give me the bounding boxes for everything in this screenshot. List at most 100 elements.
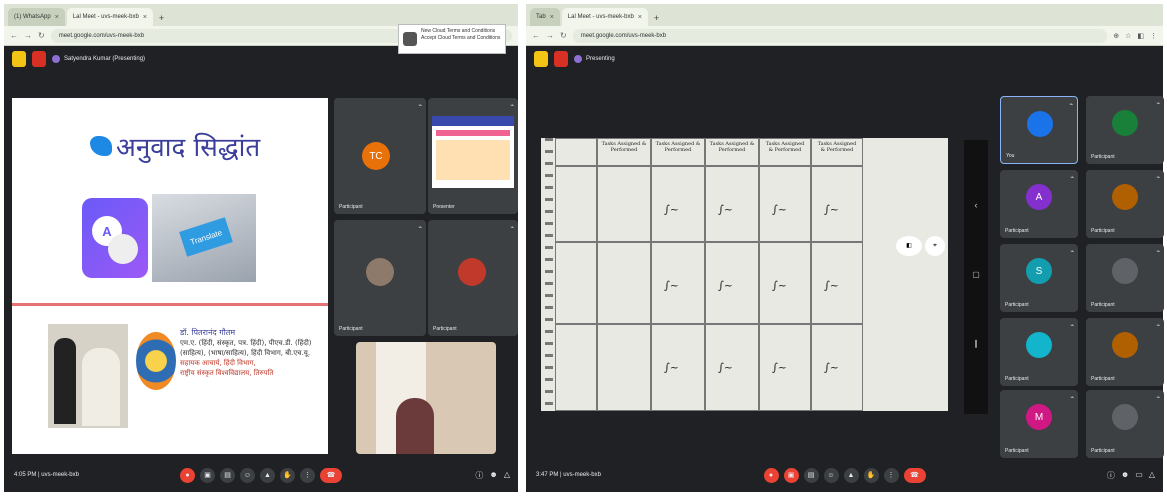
present-icon[interactable]: ▲: [260, 467, 275, 483]
avatar: [1027, 111, 1053, 137]
close-icon[interactable]: ×: [55, 14, 59, 21]
camera-off-icon[interactable]: ▣: [783, 467, 799, 483]
recording-icon: [554, 51, 568, 67]
signature-mark: ∫~: [664, 203, 679, 216]
mic-off-icon[interactable]: ●: [180, 467, 195, 483]
reload-icon[interactable]: ↻: [38, 31, 45, 40]
zoom-icon[interactable]: ⊕: [1113, 32, 1119, 40]
pause-icon[interactable]: ∥: [964, 339, 988, 348]
presentation-slide: अनुवाद सिद्धांत A Translate डॉ. पितरानंद…: [12, 98, 328, 454]
bookmark-icon[interactable]: ☆: [1125, 32, 1131, 40]
participant-tile[interactable]: ⌁ Presenter: [428, 98, 518, 214]
captions-icon[interactable]: ▤: [220, 467, 235, 483]
participant-tile[interactable]: M ⌁ Participant: [1000, 390, 1078, 458]
emoji-icon[interactable]: ☺: [823, 467, 839, 483]
info-icon[interactable]: ⓘ: [475, 470, 483, 481]
participant-tile[interactable]: A ⌁ Participant: [1000, 170, 1078, 238]
participant-name: Participant: [339, 326, 363, 332]
speaker-bio: डॉ. पितरानंद गौतम एम.ए. (हिंदी, संस्कृत,…: [180, 328, 320, 378]
avatar: A: [1026, 184, 1052, 210]
participant-tile[interactable]: ⌁ Participant: [1086, 96, 1164, 164]
more-options-icon[interactable]: ⋮: [300, 467, 315, 483]
chat-bubble-icon: [108, 234, 138, 264]
participant-name: Participant: [1005, 228, 1029, 234]
extensions-icon[interactable]: ◧: [1137, 32, 1144, 40]
camera-icon[interactable]: ▣: [200, 467, 215, 483]
menu-icon[interactable]: ⋮: [1150, 32, 1157, 40]
mic-off-icon: ⌁: [1156, 395, 1160, 401]
sheet-cell: [555, 166, 597, 242]
tab-whatsapp[interactable]: (1) WhatsApp ×: [8, 8, 65, 26]
recording-icon: [32, 51, 46, 67]
square-icon[interactable]: ▢: [964, 270, 988, 279]
presenter-label: Presenting: [574, 55, 615, 63]
chevron-left-icon[interactable]: ‹: [964, 200, 988, 210]
info-icon[interactable]: ⓘ: [1107, 470, 1115, 481]
tab-meet[interactable]: Lal Meet - uvs-meek-bxb ×: [561, 8, 648, 26]
meeting-time: 4:05 PM | uvs-meek-bxb: [14, 472, 79, 478]
participant-tile[interactable]: ⌁ You: [1000, 96, 1078, 164]
mic-off-icon[interactable]: ●: [763, 467, 779, 483]
tab-other[interactable]: Tab ×: [530, 8, 560, 26]
captions-icon[interactable]: ▤: [803, 467, 819, 483]
meet-logo-icon: [12, 51, 26, 67]
signature-mark: ∫~: [824, 361, 839, 374]
back-icon[interactable]: ←: [10, 31, 18, 40]
forward-icon[interactable]: →: [546, 31, 554, 40]
tab-label: Lal Meet - uvs-meek-bxb: [567, 14, 634, 20]
close-icon[interactable]: ×: [638, 14, 642, 21]
participant-tile[interactable]: ⌁ Participant: [1086, 170, 1164, 238]
participant-tile[interactable]: TC ⌁ Participant: [334, 98, 426, 214]
participant-tile[interactable]: ⌁ Participant: [428, 220, 518, 336]
chat-icon[interactable]: ▭: [1135, 470, 1143, 481]
participant-name: Participant: [1091, 154, 1115, 160]
participant-tile[interactable]: ⌁ Participant: [1086, 390, 1164, 458]
people-icon[interactable]: ☻: [489, 470, 497, 481]
end-call-button[interactable]: ☎: [903, 467, 926, 483]
raise-hand-icon[interactable]: ✋: [280, 467, 295, 483]
signature-mark: ∫~: [824, 279, 839, 292]
reload-icon[interactable]: ↻: [560, 31, 567, 40]
slide-title: अनुवाद सिद्धांत: [116, 133, 261, 163]
new-tab-button[interactable]: +: [650, 13, 663, 26]
emoji-icon[interactable]: ☺: [240, 467, 255, 483]
mic-off-icon: ⌁: [1156, 249, 1160, 255]
close-icon[interactable]: ×: [550, 14, 554, 21]
avatar: [1112, 404, 1138, 430]
self-video-tile[interactable]: [356, 342, 496, 454]
person-figure: [54, 338, 76, 424]
present-icon[interactable]: ▲: [843, 467, 859, 483]
activities-icon[interactable]: △: [1149, 470, 1155, 481]
mic-off-icon: ⌁: [1070, 175, 1074, 181]
pin-icon[interactable]: ⌖: [925, 236, 945, 256]
participant-name: Participant: [1005, 376, 1029, 382]
participant-tile[interactable]: ⌁ Participant: [334, 220, 426, 336]
back-icon[interactable]: ←: [532, 31, 540, 40]
sheet-cell: ∫~: [759, 166, 811, 242]
raise-hand-icon[interactable]: ✋: [863, 467, 879, 483]
close-icon[interactable]: ×: [143, 14, 147, 21]
notification-title: New Cloud Terms and Conditions: [421, 28, 496, 34]
tab-meet[interactable]: Lal Meet - uvs-meek-bxb ×: [66, 8, 153, 26]
participant-tile[interactable]: ⌁ Participant: [1086, 244, 1164, 312]
activities-icon[interactable]: △: [504, 470, 510, 481]
mic-off-icon: ⌁: [1070, 395, 1074, 401]
more-options-icon[interactable]: ⋮: [883, 467, 899, 483]
participant-name: Participant: [1005, 302, 1029, 308]
zoom-bubble[interactable]: ◧: [896, 236, 922, 256]
participant-tile[interactable]: S ⌁ Participant: [1000, 244, 1078, 312]
participant-tile[interactable]: ⌁ Participant: [1086, 318, 1164, 386]
new-tab-button[interactable]: +: [155, 13, 168, 26]
presenter-name: Presenting: [586, 56, 615, 62]
url-field[interactable]: meet.google.com/uvs-meek-bxb: [572, 28, 1108, 43]
people-icon[interactable]: ☻: [1121, 470, 1129, 481]
mic-off-icon: ⌁: [1156, 323, 1160, 329]
sheet-cell: ∫~: [705, 324, 759, 411]
notification-popup[interactable]: New Cloud Terms and Conditions Accept Cl…: [398, 24, 506, 54]
forward-icon[interactable]: →: [24, 31, 32, 40]
end-call-button[interactable]: ☎: [320, 467, 342, 483]
participant-name: Participant: [1091, 228, 1115, 234]
participant-tile[interactable]: ⌁ Participant: [1000, 318, 1078, 386]
meeting-controls: 3:47 PM | uvs-meek-bxb ● ▣ ▤ ☺ ▲ ✋ ⋮ ☎ ⓘ…: [526, 458, 1163, 492]
avatar: [366, 258, 394, 286]
